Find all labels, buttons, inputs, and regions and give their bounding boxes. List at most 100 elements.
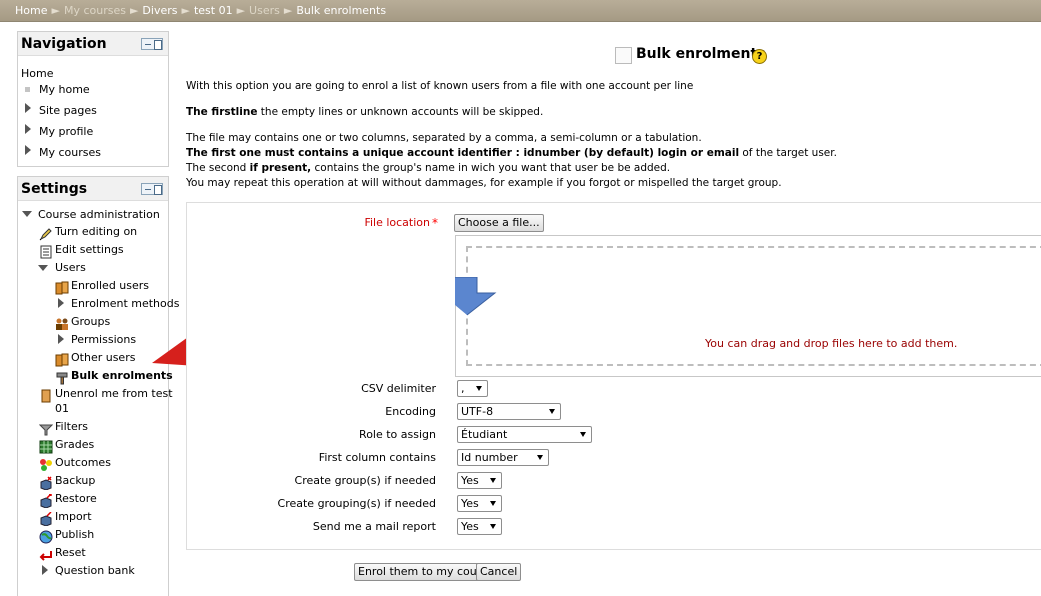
create-groupings-label: Create grouping(s) if needed [277,497,436,510]
collapse-arrow-icon[interactable] [22,211,32,217]
bullet-icon [25,87,30,92]
grades-icon [39,440,53,454]
chevron-down-icon [476,386,482,391]
settings-outcomes[interactable]: Outcomes [55,456,111,469]
intro-line-4-rest: of the target user. [739,147,837,159]
hammer-icon [56,372,68,385]
choose-file-button[interactable]: Choose a file... [454,214,544,232]
settings-restore[interactable]: Restore [55,492,97,505]
settings-publish[interactable]: Publish [55,528,94,541]
encoding-select[interactable]: UTF-8 [457,403,561,420]
filter-icon [39,424,53,436]
settings-filters[interactable]: Filters [55,420,88,433]
csv-delimiter-select[interactable]: , [457,380,488,397]
drop-files-hint: You can drag and drop files here to add … [705,337,958,350]
settings-permissions[interactable]: Permissions [71,333,136,346]
nav-item-site-pages[interactable]: Site pages [39,104,97,117]
reset-icon [39,551,52,561]
first-column-label: First column contains [318,451,436,464]
breadcrumb-my-courses[interactable]: My courses [64,4,126,17]
role-select[interactable]: Étudiant [457,426,592,443]
import-icon [40,512,52,526]
encoding-label: Encoding [385,405,436,418]
collapse-arrow-icon[interactable] [38,265,48,271]
mail-report-label: Send me a mail report [312,520,436,533]
settings-import[interactable]: Import [55,510,92,523]
nav-item-my-courses[interactable]: My courses [39,146,101,159]
backup-icon [40,476,52,490]
settings-enrolled-users[interactable]: Enrolled users [71,279,149,292]
chevron-down-icon [549,409,555,414]
expand-arrow-icon[interactable] [25,103,31,113]
cancel-button[interactable]: Cancel [476,563,522,581]
unenrol-icon [41,389,51,403]
block-dock-icon[interactable] [141,38,163,50]
required-mark: * [432,216,438,230]
chevron-down-icon [490,524,496,529]
create-groupings-select[interactable]: Yes [457,495,502,512]
settings-backup[interactable]: Backup [55,474,95,487]
intro-line-6: You may repeat this operation at will wi… [186,177,782,189]
breadcrumb-separator: ► [51,4,60,17]
mail-report-select[interactable]: Yes [457,518,502,535]
breadcrumb-separator: ► [129,4,139,17]
settings-groups[interactable]: Groups [71,315,110,328]
breadcrumb-home[interactable]: Home [15,4,47,17]
settings-users[interactable]: Users [55,261,86,274]
enrol-page-icon [615,47,632,64]
first-column-value: Id number [461,451,518,464]
intro-line-4-bold: The first one must contains a unique acc… [186,147,740,159]
intro-line-5-rest: contains the group's name in wich you wa… [311,162,671,174]
mail-report-value: Yes [461,520,479,533]
settings-edit-settings[interactable]: Edit settings [55,243,124,256]
navigation-block: Navigation Home My home Site pages My pr… [17,31,169,167]
nav-item-my-home[interactable]: My home [39,83,90,96]
csv-delimiter-value: , [461,382,465,395]
chevron-down-icon [490,501,496,506]
settings-unenrol-me-line2[interactable]: 01 [55,402,69,415]
settings-grades[interactable]: Grades [55,438,94,451]
restore-icon [40,494,52,508]
intro-line-2-rest: the empty lines or unknown accounts will… [257,106,544,118]
breadcrumb-separator: ► [236,4,246,17]
help-icon[interactable]: ? [752,49,767,64]
globe-icon [39,530,53,544]
role-label: Role to assign [359,428,436,441]
expand-arrow-icon[interactable] [58,298,64,308]
outcomes-icon [40,459,52,471]
settings-other-users[interactable]: Other users [71,351,135,364]
enrolled-users-icon [55,281,69,295]
expand-arrow-icon[interactable] [25,124,31,134]
breadcrumb-divers[interactable]: Divers [142,4,177,17]
breadcrumb-separator: ► [283,4,293,17]
other-users-icon [55,353,69,367]
breadcrumb-users[interactable]: Users [249,4,280,17]
settings-reset[interactable]: Reset [55,546,86,559]
settings-unenrol-me[interactable]: Unenrol me from test [55,387,173,400]
settings-question-bank[interactable]: Question bank [55,564,135,577]
file-location-label-text: File location [364,216,430,229]
settings-turn-editing-on[interactable]: Turn editing on [55,225,137,238]
nav-home-link[interactable]: Home [21,67,53,80]
nav-item-my-profile[interactable]: My profile [39,125,93,138]
intro-line-1: With this option you are going to enrol … [186,80,694,92]
chevron-down-icon [490,478,496,483]
breadcrumb-test-01[interactable]: test 01 [194,4,233,17]
create-groups-value: Yes [461,474,479,487]
pencil-icon [39,228,52,241]
expand-arrow-icon[interactable] [42,565,48,575]
expand-arrow-icon[interactable] [58,334,64,344]
csv-delimiter-label: CSV delimiter [361,382,436,395]
intro-line-5: The second if present, contains the grou… [186,162,670,174]
file-location-label: File location * [186,216,438,230]
create-groups-label: Create group(s) if needed [294,474,436,487]
breadcrumb: Home ► My courses ► Divers ► test 01 ► Users ► Bul… [15,4,386,17]
create-groupings-value: Yes [461,497,479,510]
first-column-select[interactable]: Id number [457,449,549,466]
create-groups-select[interactable]: Yes [457,472,502,489]
breadcrumb-current: Bulk enrolments [296,4,387,17]
settings-course-administration[interactable]: Course administration [38,208,160,221]
block-dock-icon[interactable] [141,183,163,195]
intro-line-4: The first one must contains a unique acc… [186,147,837,159]
expand-arrow-icon[interactable] [25,145,31,155]
